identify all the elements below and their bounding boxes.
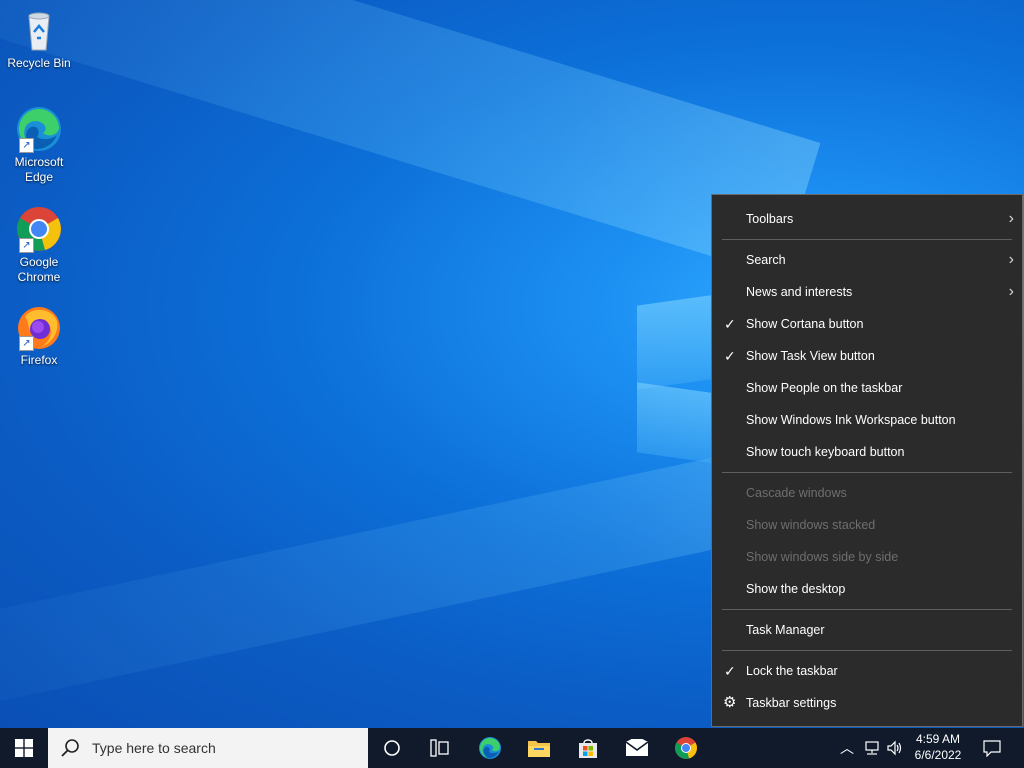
search-icon [61,739,79,757]
action-center-button[interactable] [978,728,1006,768]
menu-item-taskbar-settings[interactable]: ⚙ Taskbar settings [712,687,1022,719]
chrome-icon [675,737,697,759]
wallpaper-logo-pane [637,294,717,390]
search-placeholder: Type here to search [92,740,216,756]
checkmark-icon: ✓ [724,348,736,364]
cortana-icon [384,740,400,756]
menu-item-show-the-desktop[interactable]: Show the desktop [712,573,1022,605]
notifications-icon [983,740,1001,757]
desktop-icon-label: Recycle Bin [7,56,71,70]
task-view-icon [430,739,449,757]
firefox-icon: ↗ [15,303,63,351]
menu-item-lock-the-taskbar[interactable]: ✓ Lock the taskbar [712,655,1022,687]
taskbar-store-button[interactable] [568,728,608,768]
menu-item-search[interactable]: Search › [712,244,1022,276]
desktop-icon-firefox[interactable]: ↗ Firefox [4,303,74,368]
menu-item-cascade-windows: Cascade windows [746,486,847,500]
desktop-icon-edge[interactable]: ↗ Microsoft Edge [4,105,74,185]
menu-item-show-people[interactable]: Show People on the taskbar [712,372,1022,404]
taskbar-file-explorer-button[interactable] [519,728,559,768]
clock-time: 4:59 AM [915,732,961,746]
volume-icon [887,740,902,756]
desktop-icon-chrome[interactable]: ↗ Google Chrome [4,205,74,285]
shortcut-arrow-icon: ↗ [19,336,34,351]
checkmark-icon: ✓ [724,663,736,679]
file-explorer-icon [528,741,550,757]
menu-item-show-cortana-button[interactable]: ✓ Show Cortana button [712,308,1022,340]
menu-item-show-windows-stacked: Show windows stacked [746,518,876,532]
start-button[interactable] [0,728,48,768]
network-button[interactable] [860,728,884,768]
menu-separator [722,239,1012,240]
show-hidden-icons-button[interactable]: ︿ [836,728,858,768]
taskbar-search-box[interactable]: Type here to search [48,728,368,768]
cortana-button[interactable] [372,728,412,768]
menu-item-show-touch-keyboard[interactable]: Show touch keyboard button [712,436,1022,468]
mail-icon [625,739,649,756]
desktop-icon-label: Firefox [20,353,58,367]
chevron-up-icon: ︿ [840,740,854,756]
store-icon [579,739,597,758]
network-icon [865,741,879,755]
gear-icon: ⚙ [723,694,737,711]
edge-icon [479,737,501,759]
windows-logo-icon [15,739,33,757]
shortcut-arrow-icon: ↗ [19,238,34,253]
taskbar-clock[interactable]: 4:59 AM 6/6/2022 [908,731,968,763]
checkmark-icon: ✓ [724,316,736,332]
light-ray [0,440,810,728]
menu-item-news-and-interests[interactable]: News and interests › [712,276,1022,308]
menu-item-task-manager[interactable]: Task Manager [712,614,1022,646]
menu-separator [722,472,1012,473]
menu-item-show-windows-side-by-side: Show windows side by side [746,550,899,564]
menu-item-toolbars[interactable]: Toolbars › [712,203,1022,235]
desktop-icon-recycle-bin[interactable]: Recycle Bin [4,6,74,71]
task-view-button[interactable] [420,728,460,768]
menu-item-show-ink-workspace[interactable]: Show Windows Ink Workspace button [712,404,1022,436]
taskbar[interactable]: Type here to search ︿ 4:59 AM 6/6/2022 [0,728,1024,768]
volume-button[interactable] [884,728,906,768]
menu-separator [722,609,1012,610]
taskbar-chrome-button[interactable] [666,728,706,768]
taskbar-edge-button[interactable] [470,728,510,768]
desktop-icon-label: Google Chrome [17,255,61,284]
light-ray [0,0,821,277]
desktop-icon-label: Microsoft Edge [14,155,64,184]
chrome-icon: ↗ [15,205,63,253]
chevron-right-icon: › [1008,210,1014,227]
taskbar-mail-button[interactable] [617,728,657,768]
menu-separator [722,650,1012,651]
menu-item-show-task-view-button[interactable]: ✓ Show Task View button [712,340,1022,372]
shortcut-arrow-icon: ↗ [19,138,34,153]
recycle-bin-icon [15,6,63,54]
edge-icon: ↗ [15,105,63,153]
wallpaper-logo-pane [637,382,717,464]
chevron-right-icon: › [1008,251,1014,268]
chevron-right-icon: › [1008,283,1014,300]
clock-date: 6/6/2022 [914,748,962,762]
taskbar-context-menu: Toolbars › Search › News and interests ›… [711,194,1023,727]
